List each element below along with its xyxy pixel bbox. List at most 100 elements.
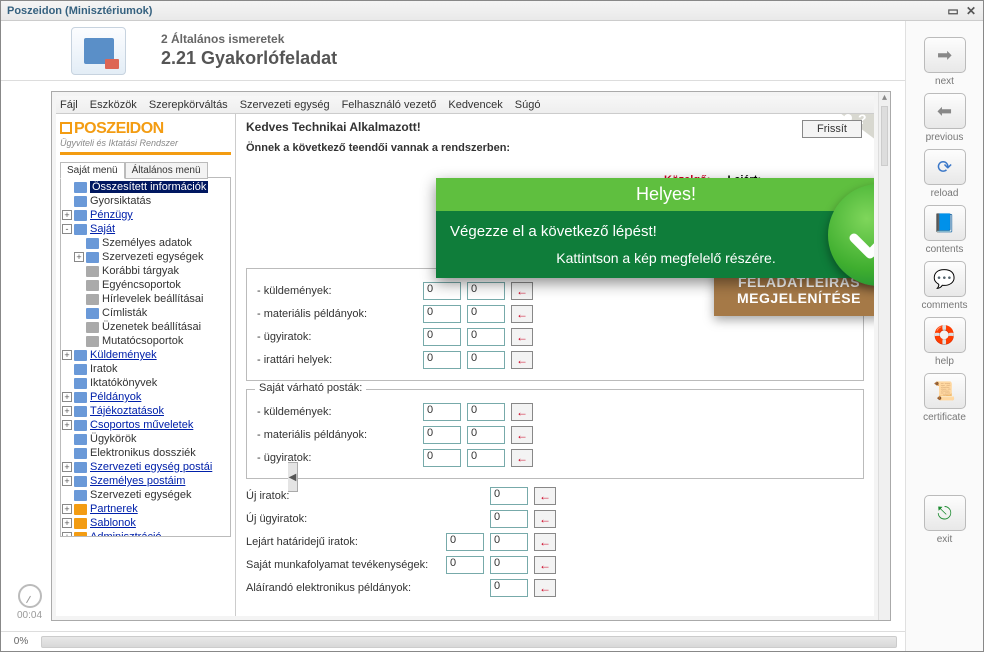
- tree-item[interactable]: Mutatócsoportok: [62, 334, 229, 348]
- tree-item-label[interactable]: Egyéncsoportok: [102, 279, 181, 291]
- tree-item[interactable]: Iratok: [62, 362, 229, 376]
- tree-item-label[interactable]: Összesített információk: [90, 181, 208, 193]
- go-arrow-button[interactable]: ←: [511, 328, 533, 346]
- tree-item-label[interactable]: Korábbi tárgyak: [102, 265, 179, 277]
- tree-item-label[interactable]: Személyes postáim: [90, 475, 185, 487]
- tree-item[interactable]: Szervezeti egységek: [62, 488, 229, 502]
- tree-item-label[interactable]: Iratok: [90, 363, 118, 375]
- tree-item-label[interactable]: Iktatókönyvek: [90, 377, 157, 389]
- go-arrow-button[interactable]: ←: [511, 449, 533, 467]
- tree-item-label[interactable]: Partnerek: [90, 503, 138, 515]
- navigation-tree[interactable]: Összesített információk Gyorsiktatás + Pénz…: [60, 177, 231, 537]
- tree-toggle-icon[interactable]: +: [62, 406, 72, 416]
- tree-item[interactable]: + Példányok: [62, 390, 229, 404]
- go-arrow-button[interactable]: ←: [511, 282, 533, 300]
- tree-item-label[interactable]: Szervezeti egység postái: [90, 461, 212, 473]
- tree-item[interactable]: Gyorsiktatás: [62, 194, 229, 208]
- reload-button[interactable]: ⟳: [924, 149, 966, 185]
- go-arrow-button[interactable]: ←: [511, 351, 533, 369]
- menu-súgó[interactable]: Súgó: [515, 99, 541, 111]
- tree-item[interactable]: + Szervezeti egység postái: [62, 460, 229, 474]
- tree-toggle-icon[interactable]: +: [62, 392, 72, 402]
- tree-toggle-icon[interactable]: +: [74, 252, 84, 262]
- tree-item[interactable]: Iktatókönyvek: [62, 376, 229, 390]
- tree-item[interactable]: + Tájékoztatások: [62, 404, 229, 418]
- scroll-up-icon[interactable]: ▴: [879, 92, 890, 104]
- previous-button[interactable]: ⬅: [924, 93, 966, 129]
- tree-item-label[interactable]: Szervezeti egységek: [90, 489, 192, 501]
- go-arrow-button[interactable]: ←: [534, 556, 556, 574]
- scroll-thumb[interactable]: [881, 106, 888, 166]
- tree-item-label[interactable]: Gyorsiktatás: [90, 195, 151, 207]
- menu-felhasználó vezető[interactable]: Felhasználó vezető: [342, 99, 437, 111]
- go-arrow-button[interactable]: ←: [511, 403, 533, 421]
- comments-button[interactable]: 💬: [924, 261, 966, 297]
- tree-toggle-icon[interactable]: +: [62, 462, 72, 472]
- tree-item-label[interactable]: Üzenetek beállításai: [102, 321, 201, 333]
- tree-item-label[interactable]: Személyes adatok: [102, 237, 192, 249]
- tree-item-label[interactable]: Elektronikus dossziék: [90, 447, 196, 459]
- tree-item[interactable]: Személyes adatok: [62, 236, 229, 250]
- go-arrow-button[interactable]: ←: [534, 533, 556, 551]
- tree-item-label[interactable]: Címlisták: [102, 307, 147, 319]
- contents-button[interactable]: 📘: [924, 205, 966, 241]
- tree-toggle-icon[interactable]: +: [62, 420, 72, 430]
- tree-item-label[interactable]: Mutatócsoportok: [102, 335, 183, 347]
- tree-item-label[interactable]: Pénzügy: [90, 209, 133, 221]
- go-arrow-button[interactable]: ←: [534, 579, 556, 597]
- tree-item-label[interactable]: Példányok: [90, 391, 141, 403]
- tree-item-label[interactable]: Saját: [90, 223, 115, 235]
- window-close-icon[interactable]: ✕: [965, 5, 977, 17]
- tree-item[interactable]: + Csoportos műveletek: [62, 418, 229, 432]
- tree-item[interactable]: Ügykörök: [62, 432, 229, 446]
- help-button[interactable]: 🛟: [924, 317, 966, 353]
- menu-kedvencek[interactable]: Kedvencek: [448, 99, 502, 111]
- window-minimize-icon[interactable]: ▭: [947, 5, 959, 17]
- tree-item-label[interactable]: Ügykörök: [90, 433, 136, 445]
- tree-item[interactable]: - Saját: [62, 222, 229, 236]
- tree-toggle-icon[interactable]: +: [62, 210, 72, 220]
- tree-toggle-icon[interactable]: +: [62, 476, 72, 486]
- menu-eszközök[interactable]: Eszközök: [90, 99, 137, 111]
- tree-item[interactable]: + Pénzügy: [62, 208, 229, 222]
- tree-item-label[interactable]: Szervezeti egységek: [102, 251, 204, 263]
- certificate-button[interactable]: 📜: [924, 373, 966, 409]
- tree-item[interactable]: Hírlevelek beállításai: [62, 292, 229, 306]
- refresh-button[interactable]: Frissít: [802, 120, 862, 138]
- tree-item-label[interactable]: Sablonok: [90, 517, 136, 529]
- tree-item[interactable]: + Személyes postáim: [62, 474, 229, 488]
- menu-fájl[interactable]: Fájl: [60, 99, 78, 111]
- tree-toggle-icon[interactable]: +: [62, 504, 72, 514]
- tree-toggle-icon[interactable]: +: [62, 518, 72, 528]
- tree-item[interactable]: + Partnerek: [62, 502, 229, 516]
- tree-item-label[interactable]: Csoportos műveletek: [90, 419, 193, 431]
- tree-item[interactable]: Elektronikus dossziék: [62, 446, 229, 460]
- tree-item[interactable]: + Adminisztráció: [62, 530, 229, 537]
- tree-toggle-icon[interactable]: +: [62, 532, 72, 537]
- tree-toggle-icon[interactable]: -: [62, 224, 72, 234]
- go-arrow-button[interactable]: ←: [534, 510, 556, 528]
- menu-szervezeti egység[interactable]: Szervezeti egység: [240, 99, 330, 111]
- tab-own-menu[interactable]: Saját menü: [60, 162, 125, 179]
- next-button[interactable]: ➡: [924, 37, 966, 73]
- tree-item-label[interactable]: Adminisztráció: [90, 531, 162, 537]
- tree-item[interactable]: Egyéncsoportok: [62, 278, 229, 292]
- tab-general-menu[interactable]: Általános menü: [125, 162, 208, 179]
- tree-item-label[interactable]: Hírlevelek beállításai: [102, 293, 204, 305]
- tree-item-label[interactable]: Tájékoztatások: [90, 405, 164, 417]
- exit-button[interactable]: ⎋: [924, 495, 966, 531]
- go-arrow-button[interactable]: ←: [511, 426, 533, 444]
- collapse-left-panel[interactable]: ◀: [288, 462, 298, 492]
- tree-item[interactable]: Összesített információk: [62, 180, 229, 194]
- tree-item[interactable]: + Küldemények: [62, 348, 229, 362]
- stage-scrollbar[interactable]: ▴: [878, 92, 890, 620]
- tree-toggle-icon[interactable]: +: [62, 350, 72, 360]
- go-arrow-button[interactable]: ←: [511, 305, 533, 323]
- tree-item[interactable]: Üzenetek beállításai: [62, 320, 229, 334]
- tree-item-label[interactable]: Küldemények: [90, 349, 157, 361]
- tree-item[interactable]: + Szervezeti egységek: [62, 250, 229, 264]
- go-arrow-button[interactable]: ←: [534, 487, 556, 505]
- tree-item[interactable]: + Sablonok: [62, 516, 229, 530]
- tree-item[interactable]: Címlisták: [62, 306, 229, 320]
- tree-item[interactable]: Korábbi tárgyak: [62, 264, 229, 278]
